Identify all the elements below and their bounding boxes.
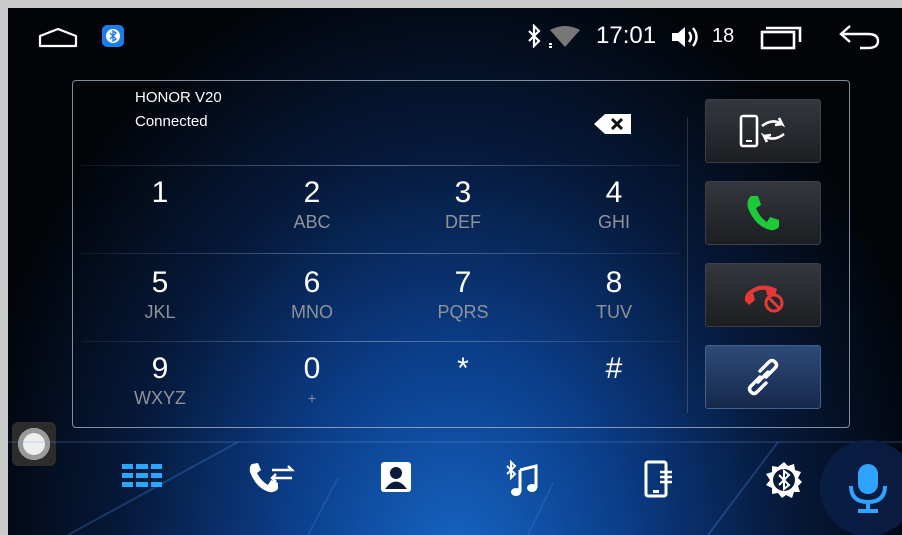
volume-level: 18 (712, 25, 735, 47)
connection-status: Connected (135, 113, 208, 130)
contacts-icon (381, 462, 411, 492)
device-name: HONOR V20 (135, 89, 222, 106)
voice-assistant-button[interactable] (820, 440, 902, 535)
bluetooth-music-icon (506, 460, 538, 496)
nav-contacts[interactable] (364, 460, 428, 514)
nav-phone-device[interactable] (626, 460, 690, 514)
bottom-nav (8, 438, 902, 535)
nav-dialpad[interactable] (110, 460, 174, 514)
bluetooth-settings-icon (766, 462, 802, 498)
key-0[interactable]: 0 + (257, 353, 367, 433)
link-icon (747, 358, 779, 396)
dialer-panel: HONOR V20 Connected 1 2 ABC 3 DEF 4 GHI 5 JK… (72, 80, 850, 428)
phone-device-icon (644, 460, 672, 498)
status-bar: 17:01 18 (8, 8, 902, 64)
phone-transfer-icon (739, 114, 786, 148)
key-7[interactable]: 7 PQRS (408, 267, 518, 347)
wifi-icon (549, 26, 580, 48)
key-star[interactable]: * (408, 353, 518, 433)
key-2[interactable]: 2 ABC (257, 177, 367, 257)
key-8[interactable]: 8 TUV (559, 267, 669, 347)
key-4[interactable]: 4 GHI (559, 177, 669, 257)
volume-icon[interactable] (670, 24, 704, 50)
dialpad-icon (122, 464, 162, 487)
nav-bluetooth-settings[interactable] (752, 460, 816, 514)
clock: 17:01 (596, 22, 657, 49)
key-hash[interactable]: # (559, 353, 669, 433)
hang-up-icon (744, 285, 784, 313)
key-3[interactable]: 3 DEF (408, 177, 518, 257)
back-icon[interactable] (838, 24, 880, 50)
call-log-icon (249, 463, 295, 493)
key-6[interactable]: 6 MNO (257, 267, 367, 347)
nav-bluetooth-music[interactable] (490, 460, 554, 514)
dialer-screen: 17:01 18 HONOR V20 Connected 1 2 ABC 3 D… (8, 8, 902, 535)
divider (81, 165, 681, 166)
hang-up-button[interactable] (705, 263, 821, 327)
nav-recent-calls[interactable] (240, 460, 304, 514)
link-device-button[interactable] (705, 345, 821, 409)
switch-audio-button[interactable] (705, 99, 821, 163)
call-button[interactable] (705, 181, 821, 245)
backspace-icon[interactable] (593, 113, 633, 135)
key-5[interactable]: 5 JKL (105, 267, 215, 347)
home-icon[interactable] (38, 28, 78, 48)
call-icon (747, 196, 779, 231)
bluetooth-app-icon[interactable] (102, 25, 124, 47)
key-1[interactable]: 1 (105, 177, 215, 257)
microphone-icon (849, 464, 887, 513)
recent-apps-icon[interactable] (760, 26, 802, 50)
bluetooth-icon (528, 24, 541, 48)
divider (687, 117, 688, 413)
key-9[interactable]: 9 WXYZ (105, 353, 215, 433)
